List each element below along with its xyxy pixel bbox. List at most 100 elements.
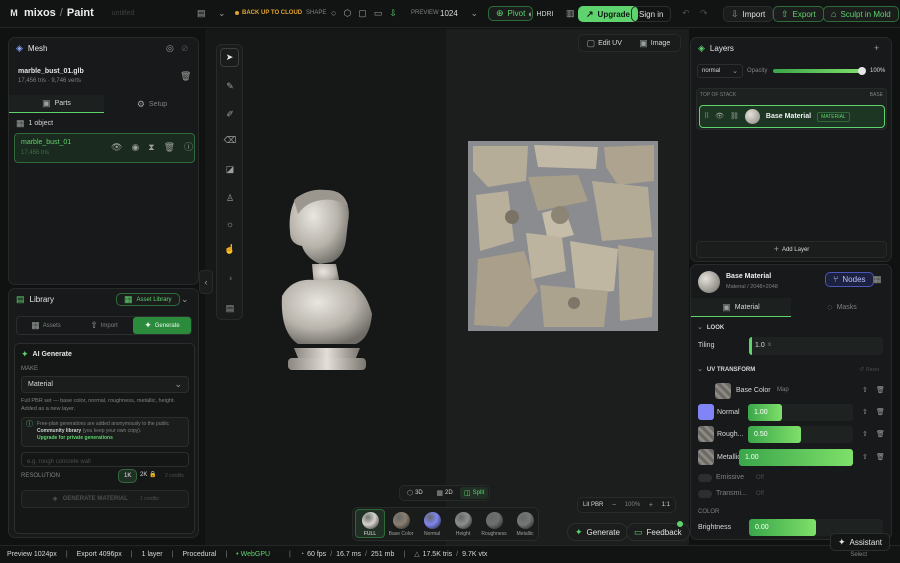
base-color-thumbnail[interactable] <box>715 383 731 399</box>
upgrade-button[interactable]: ↗ Upgrade <box>578 6 638 22</box>
drag-handle-icon[interactable]: ⠿ <box>704 113 709 120</box>
import-button[interactable]: ⇩ Import <box>723 6 774 22</box>
chevron-down-icon[interactable]: ⌄ <box>697 324 703 331</box>
upload-icon[interactable]: ⇧ <box>862 387 868 394</box>
file-icon[interactable]: ▤ <box>197 9 206 18</box>
upload-icon[interactable]: ⇧ <box>862 409 868 416</box>
view-split-button[interactable]: ◫ Split <box>460 487 489 499</box>
smudge-tool-icon[interactable]: ☝ <box>221 242 239 256</box>
stamp-tool-icon[interactable]: ♙ <box>221 191 239 205</box>
material-preset-height[interactable]: Height <box>448 509 478 538</box>
prompt-input[interactable]: e.g. rough concrete wall <box>21 452 189 467</box>
blend-mode-select[interactable]: normal ⌄ <box>697 64 743 78</box>
lit-pbr-label[interactable]: Lit PBR <box>583 502 603 508</box>
generate-material-button[interactable]: ✦ GENERATE MATERIAL 1 credits <box>21 490 189 508</box>
view-2d-button[interactable]: ▦ 2D <box>431 490 459 497</box>
res-2k-button[interactable]: 2K 🔒 <box>140 472 157 478</box>
signin-button[interactable]: Sign in <box>631 6 672 22</box>
eye-icon[interactable]: 👁 <box>111 143 122 152</box>
preview-select[interactable]: 1024 ⌄ <box>440 6 478 21</box>
eraser-tool-icon[interactable]: ⌫ <box>221 133 239 147</box>
metallic-slider[interactable]: 1.00 <box>739 449 853 466</box>
panel-collapse-handle[interactable]: ‹ <box>199 270 213 294</box>
layer-item[interactable]: ⠿ 👁 ⛓ Base Material MATERIAL <box>699 105 885 128</box>
material-preset-base-color[interactable]: Base Color <box>386 509 416 538</box>
uv-texture-map[interactable] <box>468 141 658 331</box>
chevron-down-icon[interactable]: ⌄ <box>218 9 226 18</box>
link-icon[interactable]: ⛓ <box>730 113 739 120</box>
tab-assets[interactable]: ▦ Assets <box>17 321 75 330</box>
plane-shape-icon[interactable]: ▢ <box>358 9 367 18</box>
brush-tool-icon[interactable]: ✎ <box>221 79 239 93</box>
transmission-toggle[interactable] <box>698 490 712 498</box>
edit-uv-button[interactable]: ▢ Edit UV <box>579 38 630 48</box>
ratio-button[interactable]: 1:1 <box>662 502 670 508</box>
import-shape-icon[interactable]: ⇩ <box>389 9 397 18</box>
cylinder-shape-icon[interactable]: ▭ <box>374 9 383 18</box>
tab-parts[interactable]: ▣ Parts <box>9 95 104 113</box>
material-preset-normal[interactable]: Normal <box>417 509 447 538</box>
project-name[interactable]: untitled <box>112 10 135 17</box>
bust-model[interactable] <box>276 188 376 374</box>
trash-icon[interactable]: 🗑 <box>876 431 885 438</box>
fill-tool-icon[interactable]: ◪ <box>221 162 239 176</box>
image-button[interactable]: ▣ Image <box>630 38 681 48</box>
sculpt-in-mold-button[interactable]: ⌂ Sculpt in Mold <box>823 6 899 22</box>
tab-import[interactable]: ⇧ Import <box>75 321 133 330</box>
upgrade-link[interactable]: Upgrade for private generations <box>37 435 113 441</box>
pen-tool-icon[interactable]: ✐ <box>221 107 239 121</box>
asset-library-button[interactable]: ▦ Asset Library <box>116 293 180 306</box>
chevron-down-icon[interactable]: ⌄ <box>181 295 189 304</box>
opacity-slider[interactable] <box>773 67 866 75</box>
redo-icon[interactable]: ↷ <box>700 9 708 18</box>
material-preset-full[interactable]: FULL <box>355 509 385 538</box>
add-layer-button[interactable]: + Add Layer <box>696 241 887 258</box>
assistant-button[interactable]: ✦ Assistant <box>830 533 891 551</box>
panel-toggle-icon[interactable]: ▥ <box>566 9 575 18</box>
view-3d-button[interactable]: ⬡ 3D <box>401 490 429 497</box>
material-preset-metallic[interactable]: Metallic <box>510 509 540 538</box>
reset-button[interactable]: ↺ Reset <box>859 367 879 373</box>
tab-setup[interactable]: ⚙ Setup <box>104 95 198 113</box>
add-icon[interactable]: + <box>874 44 879 53</box>
tab-generate[interactable]: ✦ Generate <box>133 317 191 334</box>
hdri-toggle[interactable]: ◐ HDRI <box>528 10 554 19</box>
close-icon[interactable]: ⊘ <box>181 44 189 53</box>
material-preset-roughness[interactable]: Roughness <box>479 509 509 538</box>
zoom-out-icon[interactable]: − <box>612 502 616 509</box>
pivot-button[interactable]: ⊕ Pivot <box>488 6 534 21</box>
res-1k-button[interactable]: 1K <box>118 469 138 483</box>
roughness-slider[interactable]: 0.50 <box>748 426 853 443</box>
grid-icon[interactable]: ▦ <box>873 275 882 284</box>
trash-icon[interactable]: 🗑 <box>876 409 885 416</box>
hourglass-icon[interactable]: ⧗ <box>148 143 154 152</box>
list-item[interactable]: marble_bust_01 17,456 tris 👁 ◉ ⧗ 🗑 ⓘ <box>14 133 195 163</box>
tiling-field[interactable]: 1.0 x <box>749 337 883 355</box>
nodes-button[interactable]: ⑂ Nodes <box>825 272 874 287</box>
eye-icon[interactable]: 👁 <box>715 113 724 120</box>
tab-masks[interactable]: ◌ Masks <box>791 298 891 317</box>
mask-tool-icon[interactable]: ◑ <box>221 271 239 285</box>
zoom-in-icon[interactable]: + <box>649 502 653 509</box>
export-button[interactable]: ⇧ Export <box>773 6 824 22</box>
make-select[interactable]: Material ⌄ <box>21 376 189 393</box>
upload-icon[interactable]: ⇧ <box>862 454 868 461</box>
tab-material[interactable]: ▣ Material <box>691 298 791 317</box>
roughness-thumbnail[interactable] <box>698 426 714 442</box>
light-tool-icon[interactable]: ☼ <box>221 217 239 231</box>
trash-icon[interactable]: 🗑 <box>876 454 885 461</box>
normal-slider[interactable]: 1.00 <box>748 404 853 421</box>
info-icon[interactable]: ⓘ <box>184 143 193 152</box>
upload-icon[interactable]: ⇧ <box>862 431 868 438</box>
normal-swatch[interactable] <box>698 404 714 420</box>
emissive-toggle[interactable] <box>698 474 712 482</box>
chevron-down-icon[interactable]: ⌄ <box>697 366 703 373</box>
trash-icon[interactable]: 🗑 <box>180 72 191 81</box>
generate-button[interactable]: ✦ Generate <box>567 523 628 541</box>
metallic-thumbnail[interactable] <box>698 449 714 465</box>
delete-icon[interactable]: 🗑 <box>164 143 175 152</box>
slider-handle[interactable] <box>858 67 866 75</box>
cube-shape-icon[interactable]: ⬡ <box>343 9 351 18</box>
backup-link[interactable]: BACK UP TO CLOUD <box>235 10 302 16</box>
stencil-tool-icon[interactable]: ▤ <box>221 301 239 315</box>
